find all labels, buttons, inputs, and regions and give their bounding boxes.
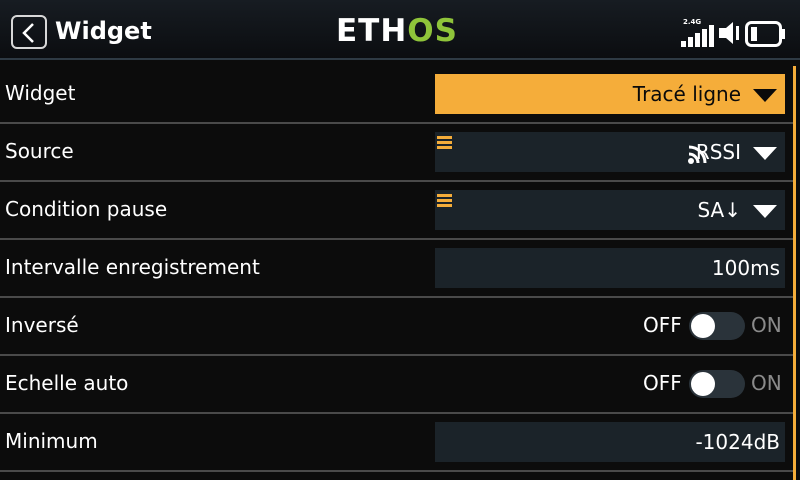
auto-scale-toggle[interactable] (689, 370, 745, 398)
source-label: Source (5, 139, 74, 163)
row-widget: Widget Tracé ligne (0, 66, 793, 124)
condition-pause-label: Condition pause (5, 197, 168, 221)
interval-value: 100ms (711, 256, 780, 280)
condition-pause-value: SA↓ (697, 198, 741, 222)
interval-field[interactable]: 100ms (435, 248, 785, 288)
battery-icon (745, 21, 785, 47)
toggle-on-label: ON (751, 313, 782, 337)
speaker-icon (719, 22, 739, 44)
toggle-off-label: OFF (643, 371, 682, 395)
menu-icon[interactable] (437, 136, 453, 150)
dropdown-arrow-icon (753, 147, 777, 160)
row-condition-pause: Condition pause SA↓ (0, 182, 793, 240)
dropdown-arrow-icon (753, 205, 777, 218)
dropdown-arrow-icon (753, 89, 777, 102)
menu-icon[interactable] (437, 194, 453, 208)
back-button[interactable] (11, 15, 47, 49)
minimum-value: -1024dB (695, 430, 780, 454)
row-auto-scale: Echelle auto OFF ON (0, 356, 793, 414)
minimum-label: Minimum (5, 429, 98, 453)
row-inverted: Inversé OFF ON (0, 298, 793, 356)
row-source: Source RSSI (0, 124, 793, 182)
header-bar: Widget ETHOS 2.4G (0, 0, 800, 60)
toggle-knob (691, 372, 715, 396)
ethos-logo: ETHOS (336, 13, 458, 49)
chevron-left-icon (22, 23, 34, 43)
inverted-toggle[interactable] (689, 312, 745, 340)
source-dropdown[interactable]: RSSI (435, 132, 785, 172)
interval-label: Intervalle enregistrement (5, 255, 260, 279)
toggle-on-label: ON (751, 371, 782, 395)
widget-label: Widget (5, 81, 76, 105)
auto-scale-label: Echelle auto (5, 371, 129, 395)
widget-type-dropdown[interactable]: Tracé ligne (435, 74, 785, 114)
row-interval: Intervalle enregistrement 100ms (0, 240, 793, 298)
signal-bars-icon (681, 25, 714, 47)
source-value: RSSI (695, 140, 741, 164)
minimum-field[interactable]: -1024dB (435, 422, 785, 462)
inverted-label: Inversé (5, 313, 79, 337)
toggle-off-label: OFF (643, 313, 682, 337)
page-title: Widget (55, 17, 152, 45)
condition-pause-dropdown[interactable]: SA↓ (435, 190, 785, 230)
toggle-knob (691, 314, 715, 338)
row-minimum: Minimum -1024dB (0, 414, 793, 472)
scrollbar[interactable] (793, 66, 796, 480)
widget-type-value: Tracé ligne (632, 82, 741, 106)
